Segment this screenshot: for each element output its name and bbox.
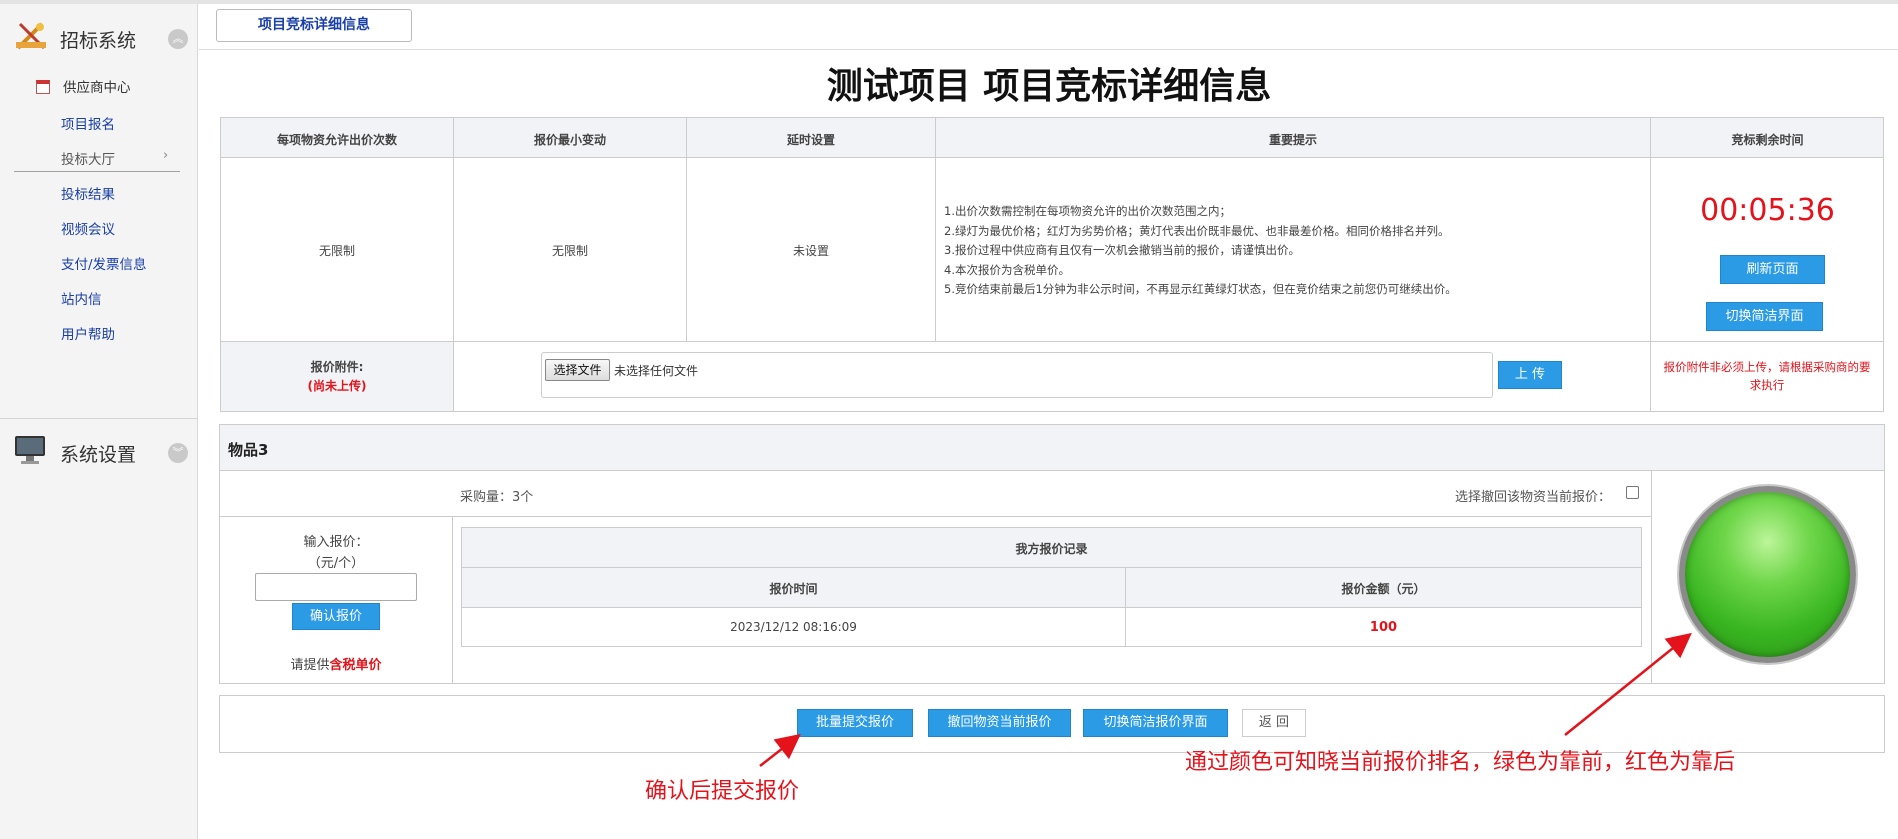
annotation-light-meaning: 通过颜色可知晓当前报价排名，绿色为靠前，红色为靠后: [1185, 750, 1736, 775]
annotation-submit: 确认后提交报价: [645, 779, 800, 804]
left-annotation-arrow: [759, 733, 801, 767]
right-annotation-arrow: [1564, 632, 1692, 736]
annotation-arrows: [759, 632, 1692, 767]
